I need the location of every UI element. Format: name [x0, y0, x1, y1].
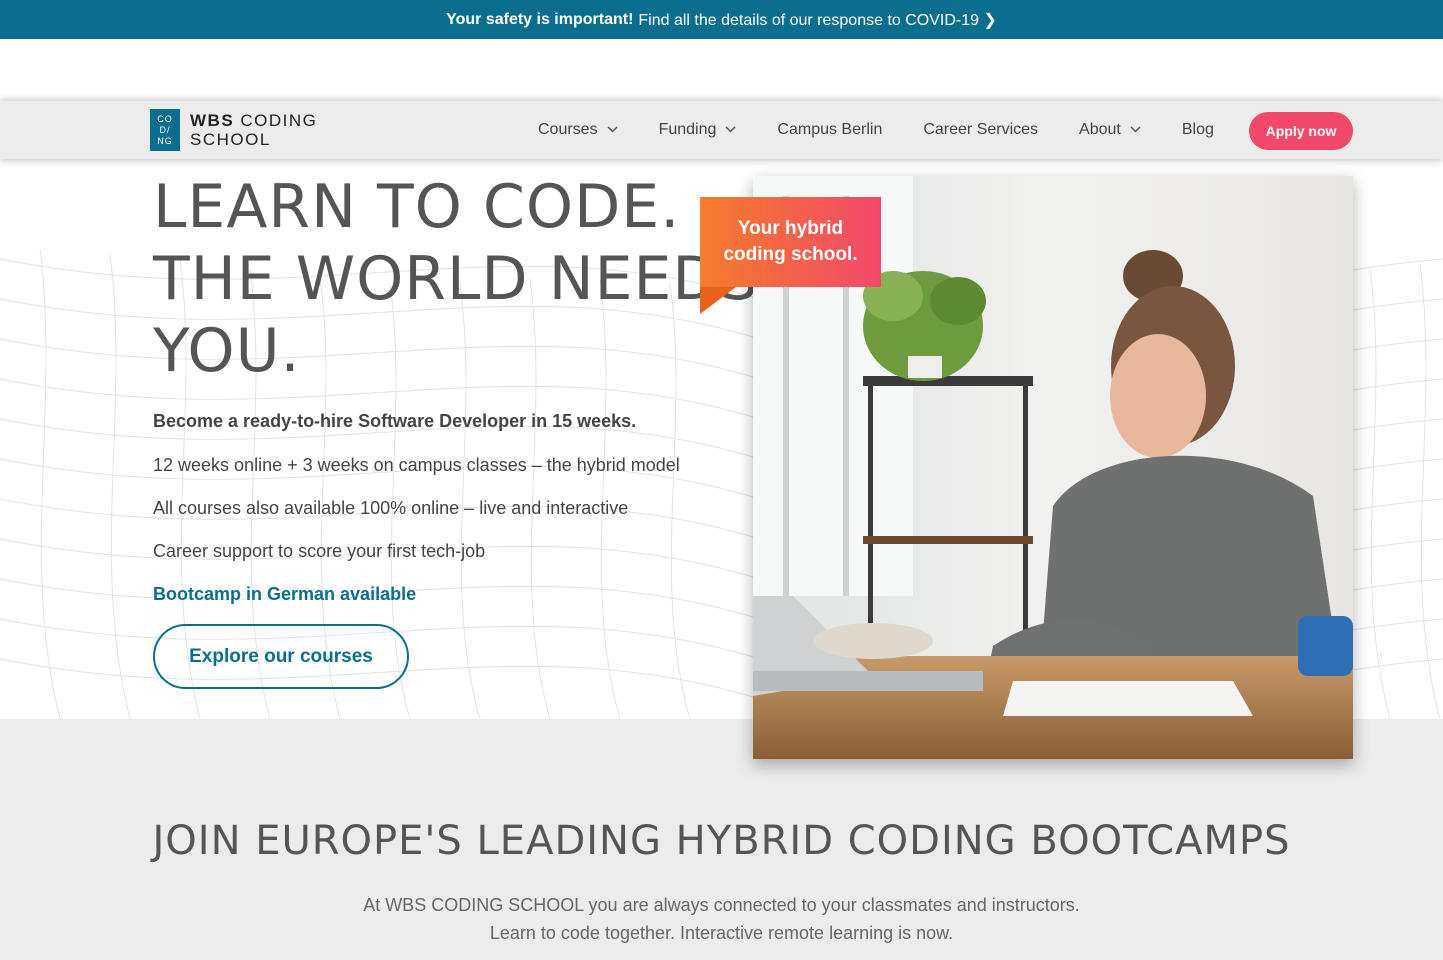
nav-item-courses[interactable]: Courses [538, 121, 618, 139]
nav-item-campus-berlin[interactable]: Campus Berlin [777, 121, 882, 139]
nav-menu: Courses Funding Campus Berlin Career Ser… [538, 101, 1255, 159]
nav-item-label: About [1079, 121, 1121, 138]
section-text-line: At WBS CODING SCHOOL you are always conn… [363, 895, 1080, 915]
hero-subtitle: Become a ready-to-hire Software Develope… [153, 411, 637, 431]
hero-headline: LEARN TO CODE. THE WORLD NEEDS YOU. [153, 171, 759, 387]
logo-mark-line: CO [157, 113, 173, 124]
nav-item-blog[interactable]: Blog [1182, 121, 1214, 139]
logo-mark-line: NG [157, 135, 173, 146]
logo-mark-line: D/ [159, 124, 171, 135]
german-bootcamp-link[interactable]: Bootcamp in German available [153, 584, 416, 605]
nav-item-about[interactable]: About [1079, 121, 1141, 139]
ribbon-line: coding school. [723, 244, 858, 265]
explore-courses-button[interactable]: Explore our courses [153, 624, 409, 689]
hero-feature-line: Career support to score your first tech-… [153, 541, 486, 561]
headline-line: YOU. [153, 316, 301, 386]
logo-coding: CODING [234, 111, 318, 130]
section-title: JOIN EUROPE'S LEADING HYBRID CODING BOOT… [152, 818, 1291, 864]
banner-bold-text: Your safety is important! [446, 10, 634, 28]
nav-item-label: Campus Berlin [777, 121, 883, 138]
covid-banner[interactable]: Your safety is important! Find all the d… [0, 0, 1443, 39]
section-text-line: Learn to code together. Interactive remo… [489, 923, 954, 943]
logo-school: SCHOOL [190, 130, 271, 149]
nav-item-career-services[interactable]: Career Services [923, 121, 1038, 139]
apply-now-button[interactable]: Apply now [1249, 112, 1353, 150]
logo-wbs: WBS [190, 111, 235, 130]
nav-item-label: Funding [658, 121, 717, 138]
hybrid-school-ribbon: Your hybrid coding school. [700, 197, 881, 287]
logo-wordmark: WBS CODING SCHOOL [190, 111, 317, 149]
nav-item-label: Courses [538, 121, 598, 138]
chevron-down-icon [1130, 124, 1141, 136]
logo-mark: CO D/ NG [150, 109, 180, 151]
nav-item-funding[interactable]: Funding [659, 121, 737, 139]
chevron-down-icon [607, 124, 618, 136]
site-logo[interactable]: CO D/ NG WBS CODING SCHOOL [150, 109, 317, 151]
hero-feature-line: 12 weeks online + 3 weeks on campus clas… [153, 455, 680, 475]
nav-item-label: Blog [1181, 121, 1214, 138]
section-description: At WBS CODING SCHOOL you are always conn… [0, 891, 1443, 947]
nav-item-label: Career Services [923, 121, 1039, 138]
chevron-down-icon [725, 124, 736, 136]
ribbon-tail [700, 287, 736, 314]
hero-feature-line: All courses also available 100% online –… [153, 498, 629, 518]
ribbon-line: Your hybrid [737, 218, 844, 239]
headline-line: THE WORLD NEEDS [153, 244, 759, 314]
main-navbar: CO D/ NG WBS CODING SCHOOL Courses Fundi… [0, 101, 1443, 159]
headline-line: LEARN TO CODE. [153, 172, 681, 242]
banner-link-text[interactable]: Find all the details of our response to … [638, 10, 996, 30]
